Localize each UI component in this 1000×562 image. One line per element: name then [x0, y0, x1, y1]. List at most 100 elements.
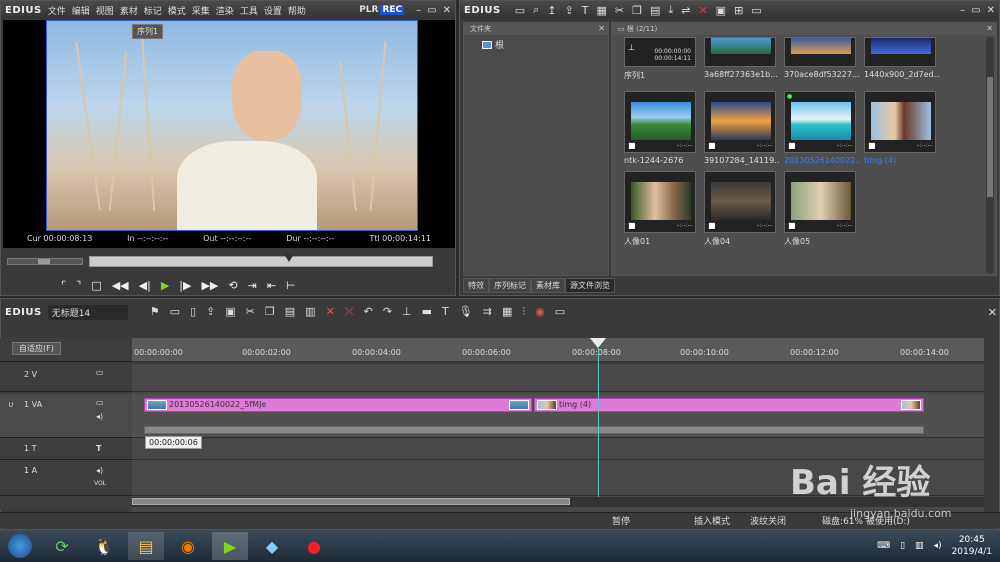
taskbar-app[interactable]: ◆ [254, 532, 290, 560]
view-icon[interactable]: ⊞ [734, 4, 743, 17]
maximize-icon[interactable]: ▭ [971, 5, 980, 16]
taskbar-app-edius[interactable]: ▶ [212, 532, 248, 560]
clip-item[interactable]: 3a68ff27363e1b... [704, 37, 778, 79]
title-icon[interactable]: T [442, 305, 449, 319]
shuttle-slider[interactable] [7, 258, 83, 265]
menu-item[interactable]: 标记 [144, 4, 162, 17]
clip-item[interactable]: ■ -:--:-- ntk-1244-2676 [624, 91, 698, 165]
fast-forward-icon[interactable]: ▶▶ [201, 279, 218, 292]
insert-icon[interactable]: ⇥ [248, 279, 257, 292]
clip-item[interactable]: 370ace8df53227... [784, 37, 860, 79]
menu-item[interactable]: 设置 [264, 4, 282, 17]
shuttle-handle[interactable] [38, 259, 50, 264]
folder-icon[interactable]: ▭ [515, 4, 525, 17]
title-track-icon[interactable]: T [96, 444, 101, 453]
ripple-delete-icon[interactable]: ⤫ [345, 305, 354, 319]
export-icon[interactable]: ⇉ [483, 305, 492, 319]
taskbar-app[interactable]: ⟳ [44, 532, 80, 560]
open-icon[interactable]: ▭ [170, 305, 180, 319]
start-button[interactable] [2, 532, 38, 560]
clip-item[interactable]: ■ -:--:-- 人像04 [704, 171, 778, 247]
menu-item[interactable]: 编辑 [72, 4, 90, 17]
window-icon[interactable]: ▭ [751, 4, 761, 17]
minimize-icon[interactable]: – [416, 5, 421, 16]
render-icon[interactable]: ▭ [555, 305, 565, 319]
sequence-tab[interactable]: 序列1 [132, 24, 164, 39]
clip-item[interactable]: ⊥ 00:00:00:00 00:00:14:11 序列1 [624, 37, 698, 81]
menu-item[interactable]: 文件 [48, 4, 66, 17]
rec-button[interactable]: REC [380, 5, 405, 15]
menu-item[interactable]: 帮助 [288, 4, 306, 17]
play-icon[interactable]: ▶ [161, 279, 169, 292]
step-back-icon[interactable]: ◀| [139, 279, 151, 292]
clip-item-selected[interactable]: ■ -:--:-- timg (4) [864, 91, 938, 165]
trim-icon[interactable]: ▬ [422, 305, 432, 319]
taskbar-app[interactable]: ● [296, 532, 332, 560]
set-out-icon[interactable]: ⌝ [76, 279, 81, 292]
tab-bin[interactable]: 素材库 [531, 278, 565, 293]
track-1t[interactable]: 1 T T [0, 440, 132, 460]
menu-item[interactable]: 渲染 [216, 4, 234, 17]
lane-2v[interactable] [132, 364, 984, 392]
keyboard-icon[interactable]: ⌨ [877, 541, 890, 551]
track-1a[interactable]: 1 A ◂) VOL [0, 462, 132, 496]
minimize-icon[interactable]: – [960, 5, 965, 16]
volume-icon[interactable]: VOL [94, 480, 106, 487]
rewind-icon[interactable]: ◀◀ [112, 279, 129, 292]
speaker-icon[interactable]: ◂) [96, 466, 103, 475]
timeline-ruler[interactable]: 00:00:00:00 00:00:02:00 00:00:04:00 00:0… [132, 338, 984, 362]
paste-icon[interactable]: ▤ [650, 4, 660, 17]
new-sequence-icon[interactable]: ⚑ [150, 305, 160, 319]
set-in-icon[interactable]: ⌜ [61, 279, 66, 292]
tab-sequence-markers[interactable]: 序列标记 [489, 278, 531, 293]
taskbar-app[interactable]: ◉ [170, 532, 206, 560]
close-icon[interactable]: ✕ [598, 23, 605, 35]
grid-icon[interactable]: ▦ [502, 305, 512, 319]
clip-item[interactable]: 1440x900_2d7ed... [864, 37, 940, 79]
plr-button[interactable]: PLR [359, 5, 378, 15]
track-mode-select[interactable]: 自适应(F) [12, 342, 61, 355]
menu-item[interactable]: 素材 [120, 4, 138, 17]
paste-icon[interactable]: ▤ [285, 305, 295, 319]
playhead-marker[interactable] [590, 338, 606, 348]
undo-icon[interactable]: ↶ [364, 305, 373, 319]
tab-effects[interactable]: 特效 [463, 278, 489, 293]
up-icon[interactable]: ↥ [547, 4, 556, 17]
loop-icon[interactable]: ⟲ [228, 279, 237, 292]
copy-icon[interactable]: ❐ [632, 4, 642, 17]
timeline-clip[interactable]: timg (4) [534, 398, 924, 412]
clip-item[interactable]: ■ -:--:-- 人像01 [624, 171, 698, 247]
menu-item[interactable]: 视图 [96, 4, 114, 17]
cut-icon[interactable]: ✂ [246, 305, 255, 319]
save-icon[interactable]: ▣ [225, 305, 235, 319]
close-icon[interactable]: ✕ [443, 5, 451, 16]
timeline-clip[interactable]: 20130526140022_5fMJe [144, 398, 532, 412]
thumb-scrollbar[interactable] [986, 37, 994, 273]
audio-waveform-bar[interactable] [144, 426, 924, 434]
tab-source-browser[interactable]: 源文件浏览 [565, 278, 615, 293]
overwrite-icon[interactable]: ⇤ [267, 279, 276, 292]
lane-1va[interactable]: 20130526140022_5fMJe timg (4) [132, 394, 984, 438]
position-handle[interactable] [284, 254, 294, 262]
cut-icon[interactable]: ✂ [615, 4, 624, 17]
close-icon[interactable]: ✕ [988, 306, 997, 319]
properties-icon[interactable]: ▣ [716, 4, 726, 17]
search-icon[interactable]: ⌕ [533, 3, 539, 17]
track-1va[interactable]: ∪ 1 VA ▭ ◂) [0, 394, 132, 438]
import-icon[interactable]: ⇪ [564, 4, 573, 17]
lock-icon[interactable]: ▭ [96, 368, 104, 377]
maximize-icon[interactable]: ▭ [427, 5, 436, 16]
track-2v[interactable]: 2 V ▭ [0, 364, 132, 392]
clip-item-selected[interactable]: ● ■ -:--:-- 20130526140022... [784, 91, 860, 165]
audio-icon[interactable]: ◂) [96, 412, 103, 421]
usb-icon[interactable]: ▯ [900, 541, 905, 551]
thumb-scrollbar-handle[interactable] [987, 77, 993, 197]
redo-icon[interactable]: ↷ [383, 305, 392, 319]
delete-icon[interactable]: ✕ [326, 305, 335, 319]
link-icon[interactable]: ∪ [8, 400, 14, 409]
root-folder[interactable]: 根 [482, 38, 608, 51]
lock-icon[interactable]: ▭ [96, 398, 104, 407]
add-timeline-icon[interactable]: ⤓ [668, 3, 673, 17]
new-file-icon[interactable]: ▯ [190, 305, 196, 319]
taskbar-app[interactable]: ▤ [128, 532, 164, 560]
